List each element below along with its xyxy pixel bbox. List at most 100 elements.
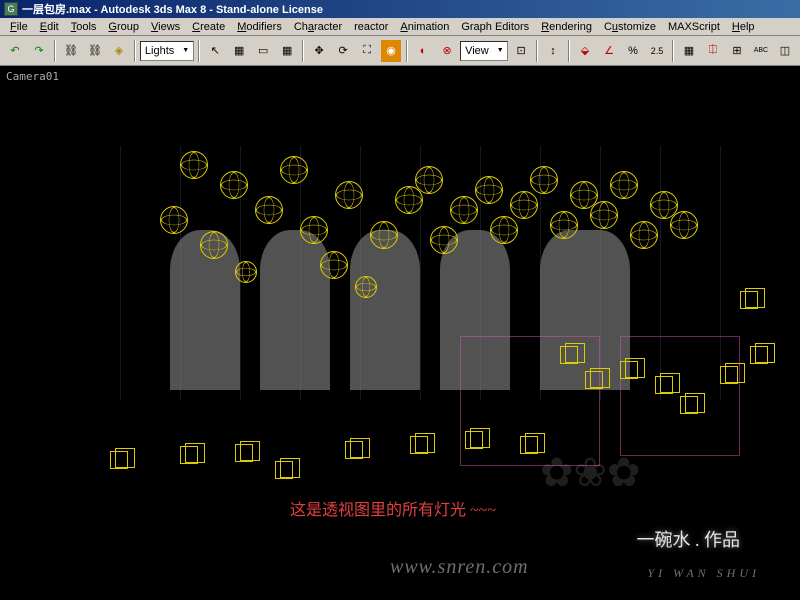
separator	[406, 40, 408, 62]
light-sphere-icon	[670, 211, 698, 239]
light-sphere-icon	[280, 156, 308, 184]
light-sphere-icon	[450, 196, 478, 224]
snap-toggle-button[interactable]: ⬙	[574, 39, 596, 63]
light-sphere-icon	[475, 176, 503, 204]
menu-graph-editors[interactable]: Graph Editors	[455, 20, 535, 34]
light-sphere-icon	[300, 216, 328, 244]
light-sphere-icon	[430, 226, 458, 254]
light-cube-icon	[235, 444, 253, 462]
reference-coord-dropdown[interactable]: View	[460, 41, 508, 61]
curtain-geometry	[350, 230, 420, 390]
light-cube-icon	[750, 346, 768, 364]
select-manipulate-button[interactable]: ↕	[542, 39, 564, 63]
named-selections-button[interactable]: ▦	[678, 39, 700, 63]
light-sphere-icon	[370, 221, 398, 249]
light-sphere-icon	[550, 211, 578, 239]
title-bar: G 一层包房.max - Autodesk 3ds Max 8 - Stand-…	[0, 0, 800, 18]
select-by-name-button[interactable]: ▦	[228, 39, 250, 63]
unlink-button[interactable]: ⛓	[84, 39, 106, 63]
light-cube-icon	[465, 431, 483, 449]
link-button[interactable]: ⛓	[60, 39, 82, 63]
light-cube-icon	[275, 461, 293, 479]
light-sphere-icon	[510, 191, 538, 219]
light-sphere-icon	[530, 166, 558, 194]
menu-tools[interactable]: Tools	[65, 20, 103, 34]
curtain-geometry	[260, 230, 330, 390]
layers-button[interactable]: ◫	[774, 39, 796, 63]
menu-group[interactable]: Group	[102, 20, 145, 34]
watermark-pinyin: YI WAN SHUI	[648, 566, 761, 581]
light-sphere-icon	[160, 206, 188, 234]
light-cube-icon	[110, 451, 128, 469]
ref-coord-button[interactable]: ◉	[380, 39, 402, 63]
menu-bar: File Edit Tools Group Views Create Modif…	[0, 18, 800, 36]
separator	[302, 40, 304, 62]
selection-filter-dropdown[interactable]: Lights	[140, 41, 194, 61]
menu-views[interactable]: Views	[145, 20, 186, 34]
select-region-button[interactable]: ▭	[252, 39, 274, 63]
viewport[interactable]: Camera01	[0, 66, 800, 600]
light-cube-icon	[180, 446, 198, 464]
watermark-url: www.snren.com	[390, 556, 529, 579]
menu-file[interactable]: File	[4, 20, 34, 34]
light-cube-icon	[680, 396, 698, 414]
mirror-button[interactable]: ⎅	[702, 39, 724, 63]
spinner-snap-button[interactable]: 2.5	[646, 39, 668, 63]
menu-modifiers[interactable]: Modifiers	[231, 20, 288, 34]
annotation-text: 这是透视图里的所有灯光 ~~~	[290, 496, 496, 520]
menu-maxscript[interactable]: MAXScript	[662, 20, 726, 34]
watermark-flower-icon	[540, 450, 660, 570]
light-sphere-icon	[180, 151, 208, 179]
light-sphere-icon	[415, 166, 443, 194]
light-sphere-icon	[320, 251, 348, 279]
move-button[interactable]: ✥	[308, 39, 330, 63]
menu-reactor[interactable]: reactor	[348, 20, 394, 34]
watermark-signature: 一碗水 . 作品	[637, 526, 741, 552]
separator	[134, 40, 136, 62]
light-sphere-icon	[235, 261, 257, 283]
light-cube-icon	[655, 376, 673, 394]
light-cube-icon	[560, 346, 578, 364]
menu-help[interactable]: Help	[726, 20, 761, 34]
rotate-button[interactable]: ⟳	[332, 39, 354, 63]
light-sphere-icon	[610, 171, 638, 199]
light-cube-icon	[720, 366, 738, 384]
angle-snap-button[interactable]: ∠	[598, 39, 620, 63]
select-button[interactable]: ↖	[204, 39, 226, 63]
separator	[672, 40, 674, 62]
percent-snap-button[interactable]: %	[622, 39, 644, 63]
light-sphere-icon	[255, 196, 283, 224]
menu-character[interactable]: Character	[288, 20, 348, 34]
light-sphere-icon	[335, 181, 363, 209]
keyboard-shortcut-button[interactable]: ⊗	[436, 39, 458, 63]
separator	[536, 40, 538, 62]
bind-button[interactable]: ◈	[108, 39, 130, 63]
light-sphere-icon	[630, 221, 658, 249]
light-cube-icon	[585, 371, 603, 389]
undo-button[interactable]: ↶	[4, 39, 26, 63]
pivot-button[interactable]: ⊡	[510, 39, 532, 63]
app-icon: G	[4, 2, 18, 16]
menu-animation[interactable]: Animation	[394, 20, 455, 34]
menu-edit[interactable]: Edit	[34, 20, 65, 34]
main-toolbar: ↶ ↷ ⛓ ⛓ ◈ Lights ↖ ▦ ▭ ▦ ✥ ⟳ ⛶ ◉ ◐ ⊗ Vie…	[0, 36, 800, 66]
menu-create[interactable]: Create	[186, 20, 231, 34]
light-cube-icon	[620, 361, 638, 379]
window-crossing-button[interactable]: ▦	[276, 39, 298, 63]
scale-button[interactable]: ⛶	[356, 39, 378, 63]
menu-rendering[interactable]: Rendering	[535, 20, 598, 34]
light-cube-icon	[520, 436, 538, 454]
light-sphere-icon	[200, 231, 228, 259]
separator	[54, 40, 56, 62]
light-sphere-icon	[590, 201, 618, 229]
separator	[568, 40, 570, 62]
light-sphere-icon	[490, 216, 518, 244]
redo-button[interactable]: ↷	[28, 39, 50, 63]
light-cube-icon	[410, 436, 428, 454]
align-button[interactable]: ⊞	[726, 39, 748, 63]
abc-button[interactable]: ABC	[750, 39, 772, 63]
manipulate-button[interactable]: ◐	[412, 39, 434, 63]
menu-customize[interactable]: Customize	[598, 20, 662, 34]
light-cube-icon	[345, 441, 363, 459]
light-sphere-icon	[355, 276, 377, 298]
